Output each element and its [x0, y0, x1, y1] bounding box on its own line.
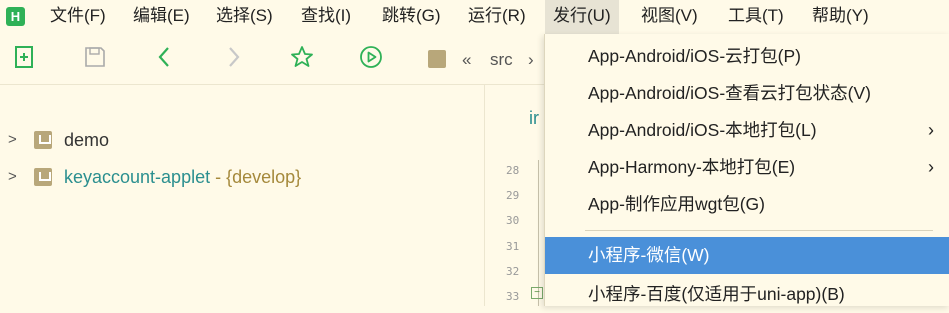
git-branch-label: - {develop} — [210, 167, 302, 187]
menu-publish[interactable]: 发行(U) — [545, 0, 619, 34]
app-logo: H — [6, 7, 25, 26]
run-icon[interactable] — [358, 44, 384, 70]
line-number: 29 — [506, 189, 520, 202]
panel-divider[interactable] — [484, 84, 485, 306]
tree-item-label: demo — [64, 130, 110, 150]
menu-view[interactable]: 视图(V) — [633, 0, 706, 34]
breadcrumb-src[interactable]: src — [490, 50, 513, 70]
submenu-arrow-icon: › — [928, 157, 934, 177]
line-number: 33 — [506, 290, 520, 303]
project-folder-icon — [34, 168, 52, 186]
menu-item-local-build[interactable]: App-Android/iOS-本地打包(L) › — [545, 112, 949, 149]
menu-item-harmony-local-build[interactable]: App-Harmony-本地打包(E) › — [545, 149, 949, 186]
menu-separator — [585, 230, 933, 231]
menu-item-label: App-Android/iOS-查看云打包状态(V) — [588, 83, 871, 103]
tree-item-label-group: keyaccount-applet - {develop} — [64, 162, 301, 192]
menu-item-label: 小程序-微信(W) — [588, 245, 710, 265]
menu-goto[interactable]: 跳转(G) — [374, 0, 449, 34]
menu-help[interactable]: 帮助(Y) — [804, 0, 877, 34]
back-icon[interactable] — [152, 44, 178, 70]
new-file-icon[interactable] — [12, 44, 38, 70]
editor-tab-text: ir — [529, 108, 539, 128]
menu-item-label: 小程序-百度(仅适用于uni-app)(B) — [588, 284, 845, 304]
chevron-right-icon[interactable]: > — [8, 162, 17, 192]
menu-item-cloud-build[interactable]: App-Android/iOS-云打包(P) — [545, 38, 949, 75]
fold-toggle-icon[interactable]: − — [531, 287, 543, 299]
menu-find[interactable]: 查找(I) — [293, 0, 359, 34]
breadcrumb-chevrons[interactable]: « — [462, 50, 471, 70]
breadcrumb-separator: › — [528, 50, 534, 69]
line-number: 28 — [506, 164, 520, 177]
menu-run[interactable]: 运行(R) — [460, 0, 534, 34]
menu-file[interactable]: 文件(F) — [42, 0, 114, 34]
project-folder-icon — [34, 131, 52, 149]
line-number: 32 — [506, 265, 520, 278]
fold-guide — [538, 160, 539, 306]
publish-dropdown-menu: App-Android/iOS-云打包(P) App-Android/iOS-查… — [544, 34, 949, 306]
tree-item-label: keyaccount-applet — [64, 167, 211, 187]
save-icon[interactable] — [82, 44, 108, 70]
line-number: 31 — [506, 240, 520, 253]
star-icon[interactable] — [289, 44, 315, 70]
menu-item-wgt-package[interactable]: App-制作应用wgt包(G) — [545, 186, 949, 223]
menu-item-label: App-Android/iOS-本地打包(L) — [588, 120, 817, 140]
menu-item-label: App-Harmony-本地打包(E) — [588, 157, 796, 177]
menu-item-cloud-build-status[interactable]: App-Android/iOS-查看云打包状态(V) — [545, 75, 949, 112]
menu-item-label: App-Android/iOS-云打包(P) — [588, 46, 801, 66]
menu-bar: H 文件(F) 编辑(E) 选择(S) 查找(I) 跳转(G) 运行(R) 发行… — [0, 0, 949, 34]
menu-select[interactable]: 选择(S) — [208, 0, 281, 34]
line-number: 30 — [506, 214, 520, 227]
menu-edit[interactable]: 编辑(E) — [125, 0, 198, 34]
menu-item-label: App-制作应用wgt包(G) — [588, 194, 765, 214]
submenu-arrow-icon: › — [928, 120, 934, 140]
project-icon — [428, 50, 446, 68]
chevron-right-icon[interactable]: > — [8, 125, 17, 155]
menu-tools[interactable]: 工具(T) — [720, 0, 792, 34]
menu-item-wechat-miniprogram[interactable]: 小程序-微信(W) — [545, 237, 949, 274]
menu-item-baidu-miniprogram[interactable]: 小程序-百度(仅适用于uni-app)(B) — [545, 276, 949, 313]
forward-icon[interactable] — [220, 44, 246, 70]
